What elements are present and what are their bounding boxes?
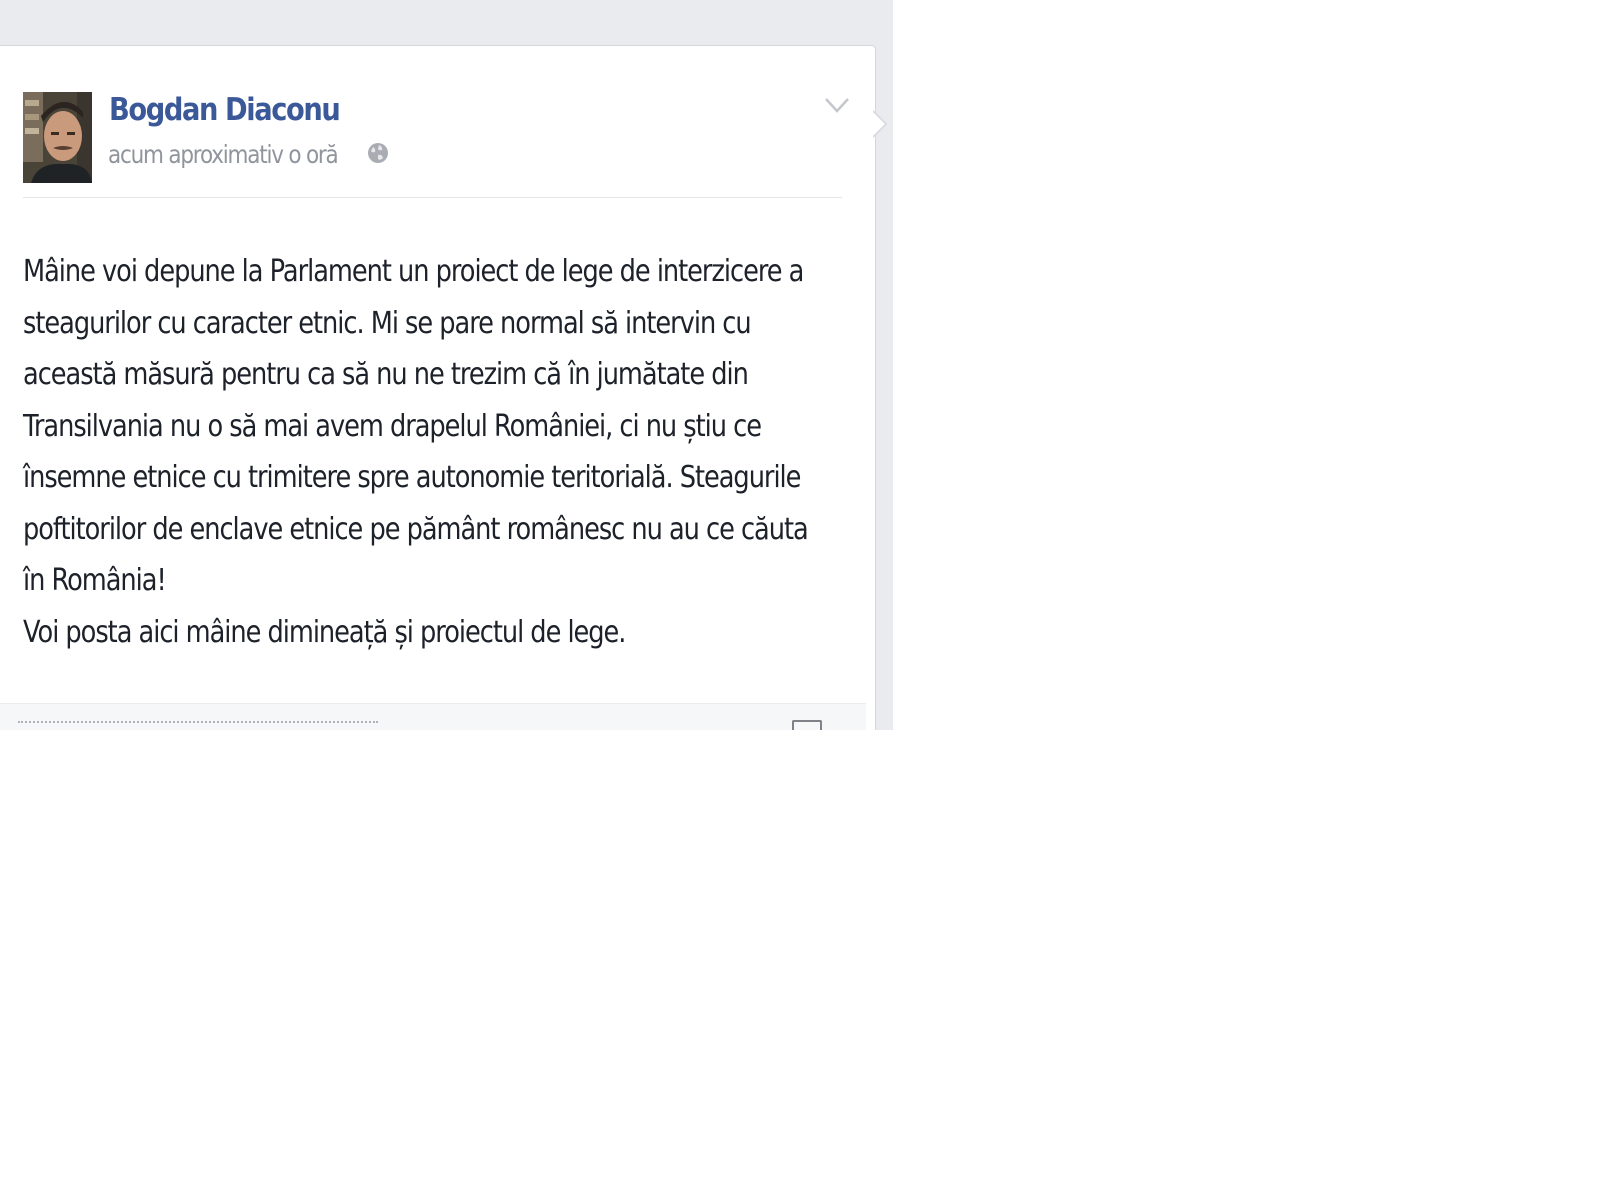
header-divider <box>23 197 842 198</box>
post-card: Bogdan Diaconu acum aproximativ o oră Mâ… <box>0 45 876 730</box>
avatar[interactable] <box>23 92 92 183</box>
post-actions-cut-off <box>18 721 378 727</box>
post-actions-bar <box>0 703 866 730</box>
post-body-line: steagurilor cu caracter etnic. Mi se par… <box>23 305 752 341</box>
comment-icon[interactable] <box>792 720 822 730</box>
author-name-link[interactable]: Bogdan Diaconu <box>109 92 341 128</box>
post-body-line: Voi posta aici mâine dimineață și proiec… <box>23 614 626 650</box>
post-body-line: însemne etnice cu trimitere spre autonom… <box>23 460 801 495</box>
post-timestamp[interactable]: acum aproximativ o oră <box>108 140 339 169</box>
post-body-line: Transilvania nu o să mai avem drapelul R… <box>23 408 762 444</box>
post-body-line: în România! <box>23 563 167 598</box>
post-body-line: această măsură pentru ca să nu ne trezim… <box>23 357 749 392</box>
chevron-down-icon[interactable] <box>824 96 850 114</box>
post-body-line: poftitorilor de enclave etnice pe pământ… <box>23 511 809 547</box>
screenshot-region: Bogdan Diaconu acum aproximativ o oră Mâ… <box>0 0 893 730</box>
post-body: Mâine voi depune la Parlament un proiect… <box>23 246 835 658</box>
post-body-line: Mâine voi depune la Parlament un proiect… <box>23 254 804 289</box>
avatar-photo <box>23 92 92 183</box>
globe-icon[interactable] <box>366 141 390 165</box>
timeline-connector <box>872 110 887 138</box>
